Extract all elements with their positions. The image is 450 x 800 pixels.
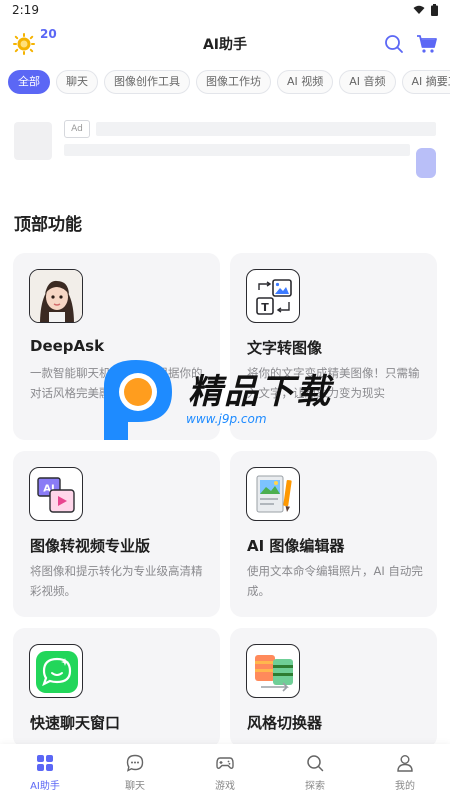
ad-placeholder-line — [64, 144, 410, 156]
status-icons — [413, 4, 438, 16]
nav-profile[interactable]: 我的 — [360, 744, 450, 800]
grid-icon — [37, 755, 53, 771]
watermark-url: www.j9p.com — [186, 412, 267, 426]
section-title: 顶部功能 — [14, 215, 82, 235]
ad-placeholder-line — [96, 122, 436, 136]
card-title: 文字转图像 — [247, 339, 323, 357]
tab-image-workshop[interactable]: 图像工作坊 — [196, 70, 271, 94]
nav-label: 游戏 — [215, 781, 235, 792]
gamepad-icon — [216, 757, 234, 769]
search-icon[interactable] — [384, 34, 404, 54]
card-description: 使用文本命令编辑照片，AI 自动完成。 — [247, 564, 423, 598]
tab-image-creation[interactable]: 图像创作工具 — [104, 70, 190, 94]
feature-card-quick-chat[interactable]: 快速聊天窗口 — [13, 628, 220, 748]
tab-ai-summary[interactable]: AI 摘要工具 — [401, 70, 450, 94]
ad-badge: Ad — [64, 120, 90, 138]
ad-thumbnail — [14, 122, 52, 160]
feature-card-style-switcher[interactable]: 风格切换器 — [230, 628, 437, 748]
feature-card-image-to-video[interactable]: AI 图像转视频专业版 将图像和提示转化为专业级高清精彩视频。 — [13, 451, 220, 617]
nav-label: AI助手 — [30, 781, 60, 792]
tab-chat[interactable]: 聊天 — [56, 70, 98, 94]
card-title: AI 图像编辑器 — [247, 537, 345, 555]
image-editor-icon — [246, 467, 300, 521]
nav-label: 聊天 — [125, 781, 145, 792]
card-title: DeepAsk — [30, 337, 105, 355]
tab-all[interactable]: 全部 — [8, 70, 50, 94]
card-title: 快速聊天窗口 — [30, 714, 121, 732]
user-icon — [397, 755, 413, 772]
bottom-nav: AI助手 聊天 游戏 探索 我的 — [0, 744, 450, 800]
watermark-logo: 精品下载 www.j9p.com — [98, 356, 358, 446]
battery-icon — [431, 4, 438, 16]
wifi-icon — [413, 5, 425, 14]
watermark-p-icon — [104, 360, 172, 440]
chat-icon — [126, 754, 144, 772]
status-time: 2:19 — [12, 3, 39, 17]
avatar-girl-icon — [29, 269, 83, 323]
svg-text:T: T — [261, 301, 269, 314]
cart-icon[interactable] — [416, 34, 438, 54]
nav-games[interactable]: 游戏 — [180, 744, 270, 800]
text-to-image-icon: T — [246, 269, 300, 323]
chat-bubble-icon — [29, 644, 83, 698]
ai-video-icon: AI — [29, 467, 83, 521]
card-title: 图像转视频专业版 — [30, 537, 151, 555]
nav-ai-assistant[interactable]: AI助手 — [0, 744, 90, 800]
nav-chat[interactable]: 聊天 — [90, 744, 180, 800]
card-description: 将图像和提示转化为专业级高清精彩视频。 — [30, 564, 203, 598]
card-title: 风格切换器 — [247, 714, 323, 732]
ad-banner[interactable]: Ad — [14, 120, 436, 180]
nav-label: 我的 — [395, 781, 415, 792]
nav-explore[interactable]: 探索 — [270, 744, 360, 800]
app-header: 20 AI助手 — [0, 24, 450, 64]
style-switch-icon — [246, 644, 300, 698]
search-icon — [307, 755, 324, 772]
status-bar: 2:19 — [0, 0, 450, 22]
tab-ai-audio[interactable]: AI 音频 — [339, 70, 396, 94]
page-title: AI助手 — [202, 37, 248, 53]
nav-label: 探索 — [305, 781, 325, 792]
ad-action-button[interactable] — [416, 148, 436, 178]
watermark-text: 精品下载 — [188, 372, 332, 412]
tab-ai-video[interactable]: AI 视频 — [277, 70, 334, 94]
feature-card-ai-image-editor[interactable]: AI 图像编辑器 使用文本命令编辑照片，AI 自动完成。 — [230, 451, 437, 617]
category-tabs: 全部 聊天 图像创作工具 图像工作坊 AI 视频 AI 音频 AI 摘要工具 A… — [8, 70, 450, 96]
